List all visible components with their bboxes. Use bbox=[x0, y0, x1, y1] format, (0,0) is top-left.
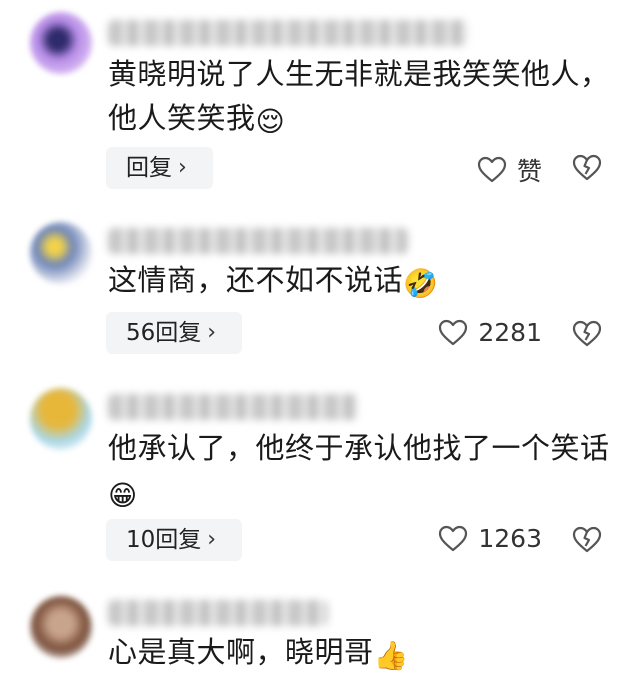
comment-text-body: 黄晓明说了人生无非就是我笑笑他人，他人笑笑我 bbox=[108, 57, 610, 135]
like-label: 赞 bbox=[516, 157, 542, 186]
emoji: 🤣 bbox=[403, 267, 439, 300]
emoji: 👍 bbox=[373, 639, 409, 672]
avatar[interactable] bbox=[30, 222, 92, 284]
like-count: 1263 bbox=[478, 524, 542, 553]
like-button[interactable]: 2281 bbox=[438, 318, 542, 347]
avatar[interactable] bbox=[30, 596, 92, 658]
dislike-button[interactable] bbox=[572, 526, 602, 554]
reply-label: 回复 bbox=[126, 155, 172, 181]
heart-outline-icon bbox=[438, 319, 468, 347]
username-blurred[interactable] bbox=[108, 20, 468, 46]
emoji: 😁 bbox=[108, 479, 138, 512]
comment-text: 他承认了，他终于承认他找了一个笑话 😁 bbox=[108, 426, 610, 514]
comment-text: 这情商，还不如不说话🤣 bbox=[108, 258, 610, 302]
broken-heart-icon bbox=[572, 154, 602, 182]
chevron-right-icon: › bbox=[178, 155, 187, 180]
chevron-right-icon: › bbox=[207, 320, 217, 345]
reply-label: 56回复 bbox=[126, 320, 202, 346]
reply-label: 10回复 bbox=[126, 527, 202, 553]
like-button[interactable]: 赞 bbox=[477, 152, 542, 188]
comment-text-body: 他承认了，他终于承认他找了一个笑话 bbox=[108, 431, 610, 465]
avatar[interactable] bbox=[30, 388, 92, 450]
chevron-right-icon: › bbox=[207, 527, 217, 552]
username-blurred[interactable] bbox=[108, 394, 358, 420]
like-count: 2281 bbox=[478, 318, 542, 347]
dislike-button[interactable] bbox=[572, 320, 602, 348]
like-button[interactable]: 1263 bbox=[438, 524, 542, 553]
heart-outline-icon bbox=[438, 525, 468, 553]
broken-heart-icon bbox=[572, 320, 602, 348]
avatar[interactable] bbox=[30, 12, 92, 74]
dislike-button[interactable] bbox=[572, 154, 602, 182]
comment-text: 心是真大啊，晓明哥👍 bbox=[108, 630, 610, 674]
username-blurred[interactable] bbox=[108, 600, 328, 626]
reply-button[interactable]: 回复 › bbox=[106, 147, 213, 189]
reply-button[interactable]: 56回复 › bbox=[106, 312, 243, 354]
comment-text-body: 这情商，还不如不说话 bbox=[108, 263, 404, 297]
broken-heart-icon bbox=[572, 526, 602, 554]
comment-text: 黄晓明说了人生无非就是我笑笑他人，他人笑笑我😌 bbox=[108, 52, 610, 140]
username-blurred[interactable] bbox=[108, 228, 408, 254]
emoji: 😌 bbox=[255, 105, 286, 138]
reply-button[interactable]: 10回复 › bbox=[106, 519, 243, 561]
heart-outline-icon bbox=[477, 156, 507, 184]
comment-text-body: 心是真大啊，晓明哥 bbox=[108, 635, 374, 669]
